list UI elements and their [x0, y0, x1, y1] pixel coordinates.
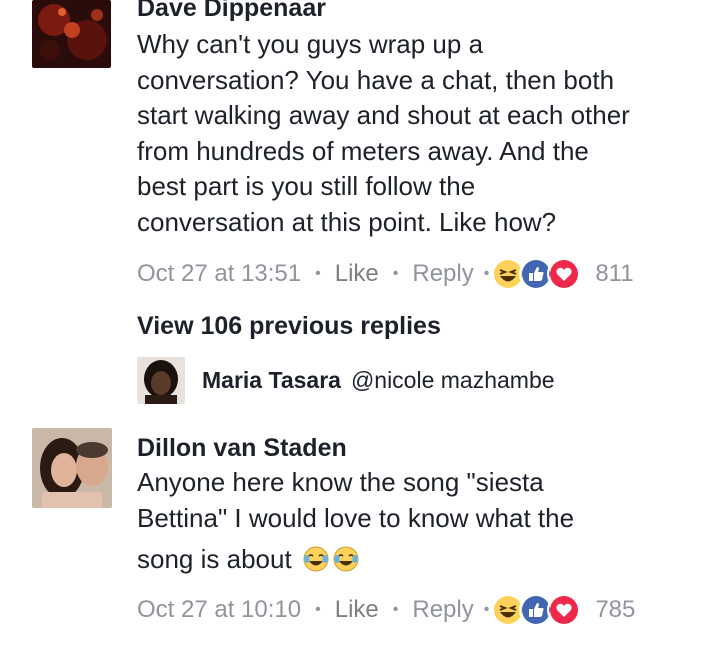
comment-text: Why can't you guys wrap up a conversatio… — [137, 27, 630, 240]
separator-dot: • — [483, 265, 490, 282]
comment-line: best part is you still follow the — [137, 171, 476, 201]
profile-photo — [137, 357, 185, 404]
comment-text: Anyone here know the song "siesta Bettin… — [137, 465, 574, 578]
comment-line: Anyone here know the song "siesta — [137, 467, 544, 497]
love-icon — [547, 593, 582, 627]
timestamp[interactable]: Oct 27 at 10:10 — [137, 596, 301, 624]
tears-of-joy-icon — [303, 546, 329, 572]
comment-meta: Oct 27 at 13:51 • Like • Reply • 811 — [137, 254, 634, 294]
comment-line: Why can't you guys wrap up a — [137, 29, 484, 59]
comment-author[interactable]: Dillon van Staden — [137, 434, 347, 463]
view-previous-replies-link[interactable]: View 106 previous replies — [137, 312, 441, 341]
like-button[interactable]: Like — [335, 260, 379, 288]
comment-line: conversation at this point. Like how? — [137, 206, 557, 237]
separator-dot: • — [392, 265, 399, 282]
comment-line: start walking away and shout at each oth… — [137, 100, 630, 130]
timestamp[interactable]: Oct 27 at 13:51 — [137, 260, 301, 288]
separator-dot: • — [392, 601, 399, 618]
comment-meta: Oct 27 at 10:10 • Like • Reply • 785 — [137, 590, 635, 630]
comment-author[interactable]: Dave Dippenaar — [137, 0, 326, 23]
reply-text: @nicole mazhambe — [350, 367, 555, 393]
separator-dot: • — [483, 601, 490, 618]
avatar-maria[interactable] — [137, 357, 185, 404]
profile-photo — [32, 0, 111, 68]
comments-thread: Dave Dippenaar Why can't you guys wrap u… — [0, 0, 720, 653]
tears-of-joy-icon — [333, 546, 359, 572]
reactions[interactable] — [491, 593, 582, 627]
comment-line: Bettina" I would love to know what the — [137, 502, 575, 533]
avatar-dave[interactable] — [32, 0, 111, 68]
comment-line: from hundreds of meters away. And the — [137, 135, 589, 166]
comment-line: conversation? You have a chat, then both — [137, 64, 615, 95]
reply-preview[interactable]: Maria Tasara @nicole mazhambe — [202, 367, 555, 394]
love-icon — [547, 257, 582, 291]
reaction-count[interactable]: 785 — [595, 596, 635, 624]
separator-dot: • — [315, 601, 321, 618]
reply-button[interactable]: Reply — [412, 260, 473, 288]
avatar-dillon[interactable] — [32, 428, 112, 508]
profile-photo — [32, 428, 112, 508]
separator-dot: • — [315, 265, 321, 282]
reaction-count[interactable]: 811 — [595, 260, 633, 288]
reply-button[interactable]: Reply — [412, 596, 473, 624]
comment-line-with-emoji: song is about — [137, 542, 574, 578]
reactions[interactable] — [491, 257, 582, 291]
comment-line: song is about — [137, 544, 292, 574]
reply-author[interactable]: Maria Tasara — [202, 367, 341, 394]
like-button[interactable]: Like — [335, 596, 379, 624]
